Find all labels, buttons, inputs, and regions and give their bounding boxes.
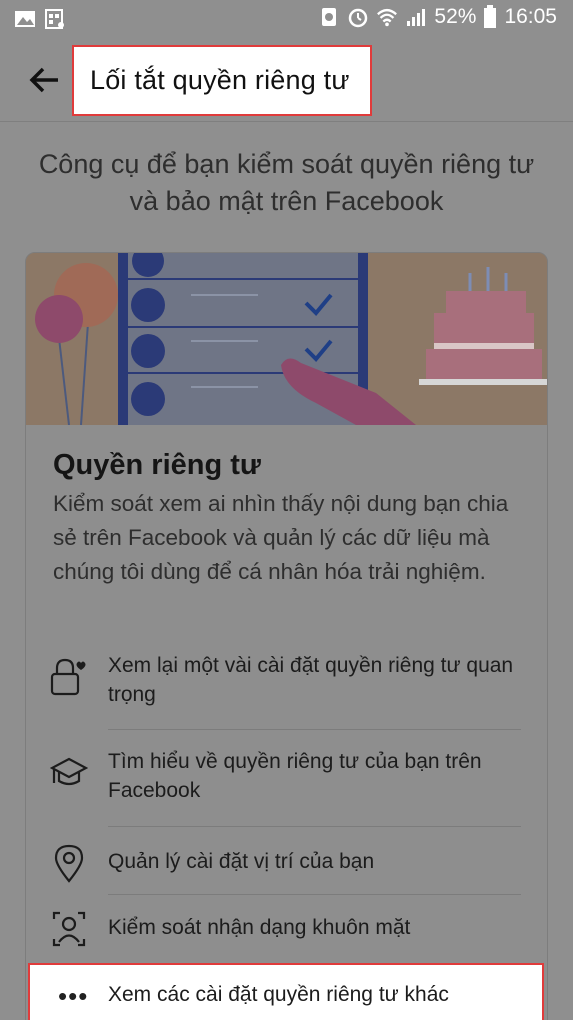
- list-item-learn-privacy[interactable]: Tìm hiểu về quyền riêng tư của bạn trên …: [26, 747, 547, 827]
- wifi-icon: [377, 8, 398, 27]
- page-subtitle: Công cụ để bạn kiểm soát quyền riêng tư …: [38, 149, 535, 216]
- face-scan-icon: [52, 911, 86, 947]
- list-item-label: Tìm hiểu về quyền riêng tư của bạn trên …: [108, 750, 482, 802]
- divider: [108, 826, 521, 827]
- list-item-label: Quản lý cài đặt vị trí của bạn: [108, 850, 375, 873]
- back-arrow-icon[interactable]: [26, 62, 62, 98]
- divider: [108, 729, 521, 730]
- list-item-label: Kiểm soát nhận dạng khuôn mặt: [108, 916, 411, 939]
- divider: [108, 894, 521, 895]
- recycle-icon: [322, 8, 337, 26]
- status-bar: 52% 16:05: [0, 0, 573, 40]
- card-description: Kiểm soát xem ai nhìn thấy nội dung bạn …: [53, 491, 509, 584]
- location-pin-icon: [54, 844, 84, 883]
- page-title-highlight: Lối tắt quyền riêng tư: [72, 45, 372, 116]
- grid-screenshot-icon: [45, 9, 64, 29]
- battery-icon: [484, 5, 497, 28]
- list-item-location-settings[interactable]: Quản lý cài đặt vị trí của bạn: [26, 843, 547, 899]
- list-item-face-recognition[interactable]: Kiểm soát nhận dạng khuôn mặt: [26, 909, 547, 965]
- graduation-cap-icon: [50, 757, 88, 786]
- battery-percent: 52%: [434, 5, 477, 28]
- app-header: Lối tắt quyền riêng tư: [0, 40, 573, 122]
- image-icon: [15, 11, 35, 27]
- privacy-illustration: [26, 253, 547, 425]
- clock: 16:05: [504, 5, 557, 28]
- list-item-label: Xem lại một vài cài đặt quyền riêng tư q…: [108, 654, 514, 706]
- page-title: Lối tắt quyền riêng tư: [90, 65, 350, 95]
- more-settings-label: Xem các cài đặt quyền riêng tư khác: [108, 983, 449, 1006]
- alarm-icon: [349, 8, 368, 28]
- more-dots-icon: •••: [58, 981, 89, 1011]
- signal-icon: [407, 9, 426, 26]
- lock-heart-icon: [50, 658, 86, 696]
- privacy-card[interactable]: Quyền riêng tư Kiểm soát xem ai nhìn thấ…: [25, 252, 548, 1020]
- list-item-review-settings[interactable]: Xem lại một vài cài đặt quyền riêng tư q…: [26, 651, 547, 731]
- more-privacy-settings-button[interactable]: ••• Xem các cài đặt quyền riêng tư khác: [28, 963, 544, 1020]
- card-title: Quyền riêng tư: [53, 449, 261, 481]
